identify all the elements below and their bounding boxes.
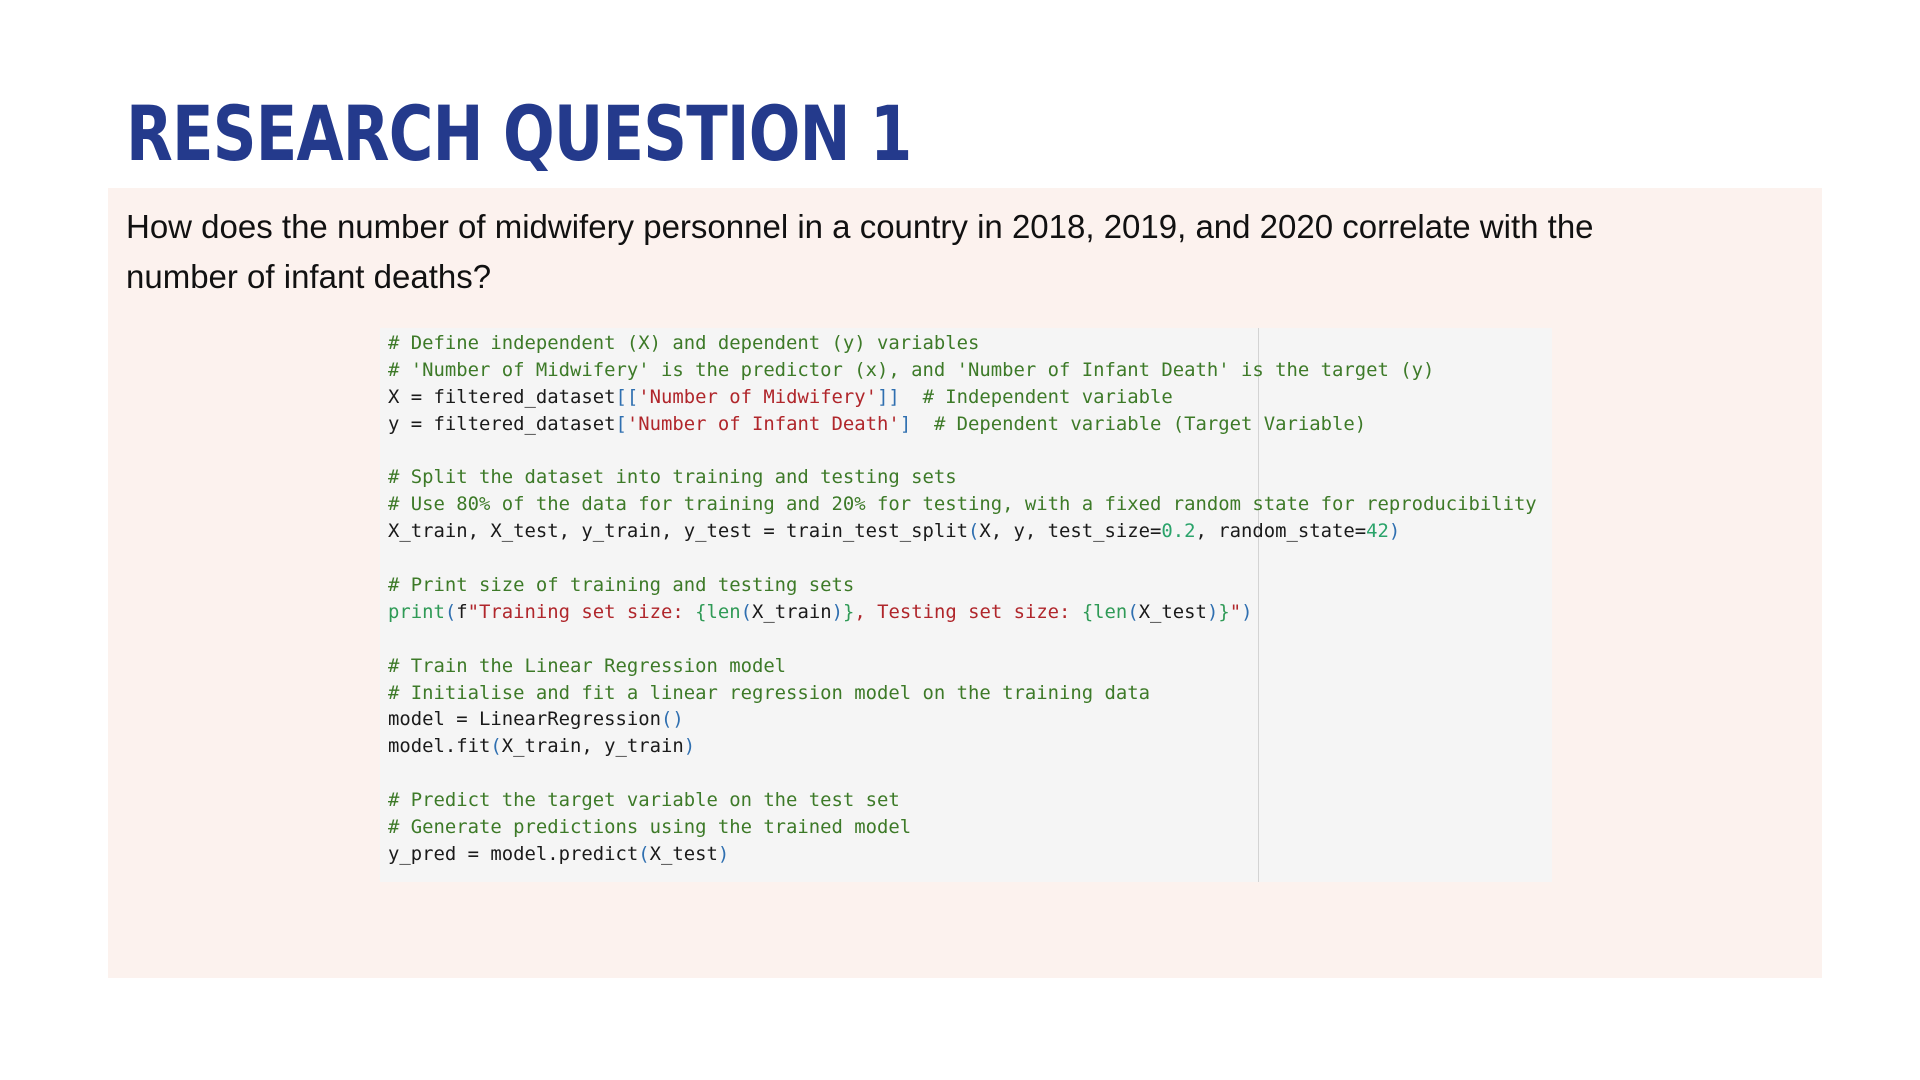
code-token-builtin: } [1218,600,1230,623]
code-line: model = LinearRegression() [388,706,1552,733]
code-token-plain: X_train [751,600,832,623]
code-token-punct: ) [717,842,730,865]
code-line: model.fit(X_train, y_train) [388,733,1552,760]
code-token-string: "Training set size: [467,600,696,623]
code-token-comment: # Independent variable [922,385,1173,408]
code-token-punct: ( [444,600,457,623]
code-token-plain: , random_state= [1195,520,1367,543]
research-question-text: How does the number of midwifery personn… [126,208,1594,295]
code-token-plain: model = LinearRegression [388,708,661,731]
code-token-comment: # Use 80% of the data for training and 2… [388,493,1537,516]
code-line: X_train, X_test, y_train, y_test = train… [388,518,1552,545]
code-token-comment: # Define independent (X) and dependent (… [388,332,980,354]
code-token-plain: X = filtered_dataset [388,385,616,408]
code-token-punct: ( [1127,600,1139,623]
code-token-comment: # Train the Linear Regression model [388,654,787,677]
slide: RESEARCH QUESTION 1 How does the number … [0,0,1920,1080]
code-line: # Train the Linear Regression model [388,653,1552,680]
code-token-punct: ]] [877,385,900,408]
slide-title: RESEARCH QUESTION 1 [126,89,912,178]
code-line: # 'Number of Midwifery' is the predictor… [388,357,1552,384]
code-token-plain: X_train, X_test, y_train, y_test = train… [388,520,969,543]
code-token-plain: y = filtered_dataset [388,412,616,435]
code-token-builtin: {len [1081,600,1128,623]
code-line: # Print size of training and testing set… [388,572,1552,599]
code-token-punct: ( [740,600,752,623]
code-token-punct: ) [1388,520,1401,543]
code-token-punct: ( [490,735,502,758]
code-token-punct: [ [615,412,627,435]
code-token-string: , Testing set size: [854,600,1082,623]
code-token-number: 0.2 [1161,520,1196,543]
code-token-comment: # Initialise and fit a linear regression… [388,681,1150,704]
code-token-punct: ( [968,520,980,543]
code-token-comment: # 'Number of Midwifery' is the predictor… [388,358,1435,381]
code-line: # Use 80% of the data for training and 2… [388,491,1552,518]
code-block: # Define independent (X) and dependent (… [380,328,1552,882]
code-token-plain: y_pred = model.predict [388,842,639,865]
code-line: # Initialise and fit a linear regression… [388,680,1552,707]
code-token-builtin: print [388,600,445,623]
code-line: # Generate predictions using the trained… [388,814,1552,841]
code-line: y_pred = model.predict(X_test) [388,841,1552,868]
code-token-plain: X_train, y_train [501,735,684,758]
code-token-string: 'Number of Infant Death' [626,412,900,435]
code-token-number: 42 [1366,520,1389,543]
code-token-punct: ) [1206,600,1219,623]
code-token-punct: [[ [615,385,639,408]
code-token-comment: # Split the dataset into training and te… [388,466,957,489]
code-token-punct: ) [1241,600,1253,623]
code-token-punct: ( [638,842,650,865]
code-token-punct: ) [831,600,843,623]
code-token-plain: X_test [1138,600,1207,623]
code-line: # Define independent (X) and dependent (… [388,330,1552,357]
code-token-punct: ) [683,735,696,758]
code-token-string: " [1229,600,1242,623]
code-token-comment: # Print size of training and testing set… [388,574,855,597]
code-token-punct: () [660,708,684,731]
code-line: # Split the dataset into training and te… [388,464,1552,491]
code-token-string: 'Number of Midwifery' [638,385,878,408]
code-line: print(f"Training set size: {len(X_train)… [388,599,1552,626]
code-token-comment: # Dependent variable (Target Variable) [933,412,1367,435]
code-token-builtin: } [842,600,855,623]
code-token-punct: ] [899,412,912,435]
code-line: y = filtered_dataset['Number of Infant D… [388,411,1552,438]
code-token-comment: # Generate predictions using the trained… [388,816,912,839]
code-token-plain: X, y, test_size= [979,520,1162,543]
code-line: # Predict the target variable on the tes… [388,787,1552,814]
code-token-plain: model.fit [388,735,491,758]
code-token-plain: f [456,600,468,623]
code-token-builtin: {len [695,600,741,623]
code-token-comment: # Predict the target variable on the tes… [388,789,900,812]
code-token-plain: X_test [649,842,718,865]
code-line: X = filtered_dataset[['Number of Midwife… [388,384,1552,411]
